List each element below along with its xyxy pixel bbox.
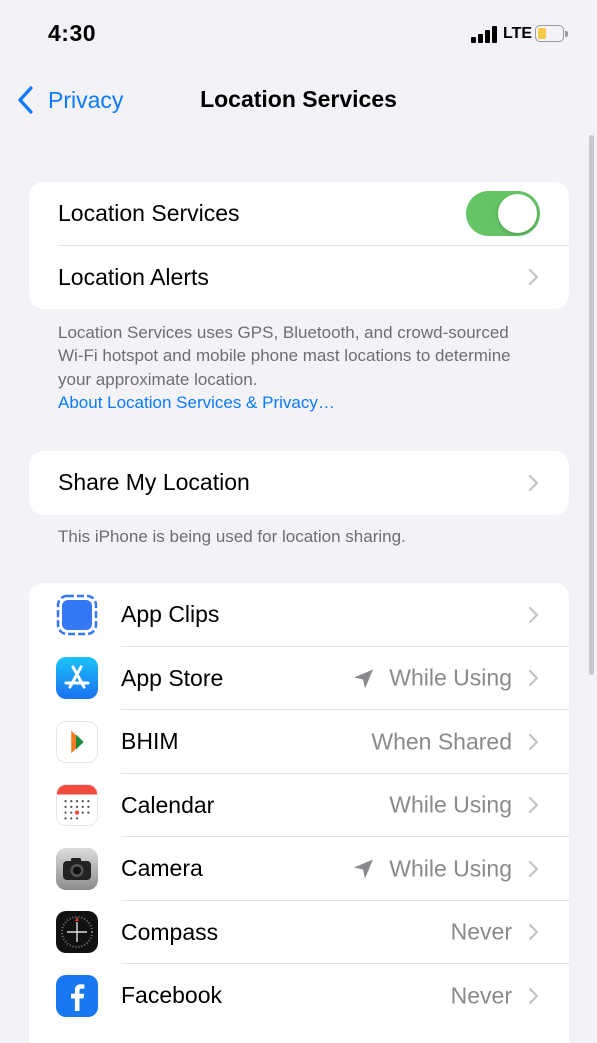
app-name: Camera [121, 855, 203, 882]
app-row-app-clips[interactable]: App Clips [29, 583, 569, 647]
share-my-location-row[interactable]: Share My Location [29, 451, 569, 515]
permission-value-text: Never [450, 982, 512, 1009]
location-alerts-label: Location Alerts [58, 263, 209, 290]
permission-value: When Shared [371, 728, 512, 755]
chevron-right-icon [528, 923, 539, 941]
location-alerts-row[interactable]: Location Alerts [29, 246, 569, 310]
location-services-toggle[interactable] [466, 190, 540, 236]
permission-value-text: While Using [389, 664, 512, 691]
app-name: App Store [121, 664, 224, 691]
bhim-icon [56, 720, 98, 763]
network-type: LTE [503, 25, 533, 42]
about-location-privacy-link[interactable]: About Location Services & Privacy… [58, 393, 335, 412]
facebook-icon [56, 974, 98, 1017]
compass-icon [56, 911, 98, 954]
battery-icon [535, 25, 568, 43]
chevron-right-icon [528, 606, 539, 624]
status-bar: 4:30 LTE [0, 0, 597, 66]
chevron-right-icon [528, 474, 539, 492]
share-my-location-label: Share My Location [58, 469, 250, 496]
app-name: Facebook [121, 982, 223, 1009]
chevron-right-icon [528, 860, 539, 878]
app-row-bhim[interactable]: BHIM When Shared [29, 710, 569, 774]
location-arrow-icon [352, 857, 376, 881]
location-info-footer: Location Services uses GPS, Bluetooth, a… [58, 321, 528, 414]
chevron-right-icon [528, 796, 539, 814]
chevron-right-icon [528, 733, 539, 751]
app-store-icon [56, 657, 98, 700]
permission-value-text: When Shared [371, 728, 512, 755]
location-arrow-icon [352, 666, 376, 690]
location-services-row: Location Services [29, 182, 569, 246]
page-title: Location Services [200, 86, 397, 112]
app-name: BHIM [121, 728, 179, 755]
permission-value: While Using [389, 792, 512, 819]
app-row-compass[interactable]: Compass Never [29, 901, 569, 964]
chevron-right-icon [528, 669, 539, 687]
permission-value-text: While Using [389, 791, 512, 818]
app-row-facebook[interactable]: Facebook Never [29, 964, 569, 1028]
app-name: App Clips [121, 601, 220, 628]
chevron-right-icon [528, 987, 539, 1005]
permission-value: While Using [352, 665, 512, 692]
permission-value: Never [451, 982, 512, 1009]
app-row-camera[interactable]: Camera While Using [29, 837, 569, 901]
location-settings-group: Location Services Location Alerts [29, 182, 569, 309]
app-name: Calendar [121, 791, 215, 818]
status-time: 4:30 [48, 20, 97, 46]
camera-icon [56, 847, 98, 890]
permission-value: Never [451, 919, 512, 946]
app-name: Compass [121, 918, 219, 945]
apps-list: App Clips App Store While Using BHIM Whe… [29, 583, 569, 1043]
app-clips-icon [56, 593, 98, 636]
location-info-text: Location Services uses GPS, Bluetooth, a… [58, 323, 511, 389]
cellular-signal-icon [471, 26, 499, 43]
permission-value-text: Never [450, 918, 512, 945]
app-row-calendar[interactable]: Calendar While Using [29, 774, 569, 837]
location-services-label: Location Services [58, 200, 240, 227]
chevron-right-icon [528, 268, 539, 286]
calendar-icon [56, 784, 98, 827]
share-location-footer: This iPhone is being used for location s… [58, 527, 406, 546]
scroll-indicator[interactable] [589, 135, 594, 675]
share-location-group: Share My Location [29, 451, 569, 515]
permission-value: While Using [352, 855, 512, 882]
permission-value-text: While Using [389, 855, 512, 882]
app-row-app-store[interactable]: App Store While Using [29, 647, 569, 710]
